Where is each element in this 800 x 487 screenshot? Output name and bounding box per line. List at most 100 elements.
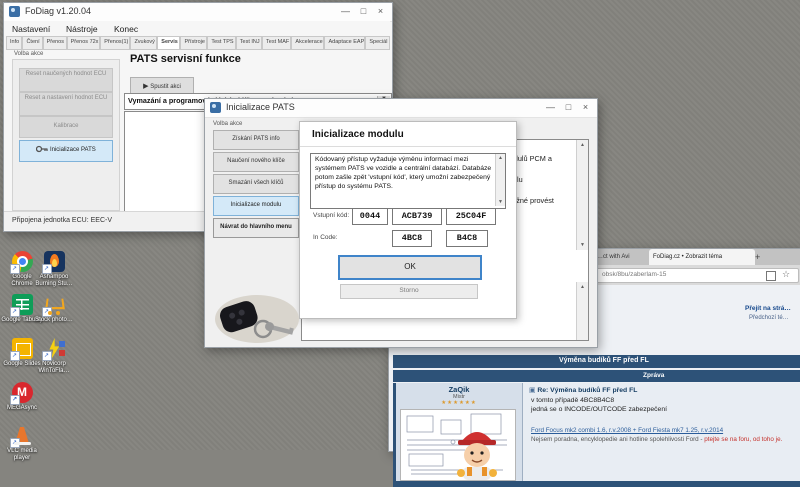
tab-test-inj[interactable]: Test INJ: [236, 36, 262, 49]
post-message-cell: ▣ Re: Výměna budíků FF před FL v tomto p…: [523, 383, 800, 481]
info-textbox[interactable]: Kódovaný přístup vyžaduje výměnu informa…: [310, 153, 506, 209]
scroll-down-icon[interactable]: ▼: [577, 242, 588, 248]
init-module-button[interactable]: Inicializace modulu: [213, 196, 299, 216]
tab-info[interactable]: Info: [6, 36, 22, 49]
desktop-shortcut-wintoflash[interactable]: ↗ Novicorp WinToFla…: [33, 338, 75, 375]
dialog-textarea-scrollbar[interactable]: ▲ ▼: [576, 140, 588, 250]
dialog-close-button[interactable]: ×: [577, 100, 594, 114]
shortcut-arrow-icon: ↗: [10, 395, 20, 405]
tab-test-tps[interactable]: Test TPS: [207, 36, 235, 49]
new-tab-button[interactable]: +: [751, 249, 771, 265]
tab-prenos72x[interactable]: Přenos 72x: [67, 36, 101, 49]
url-text: obsk/8bu/zaberlam-15: [602, 271, 666, 278]
tab-strip: Info Čtení Přenos Přenos 72x Přenos(1) Z…: [6, 36, 390, 50]
tab-pristroje[interactable]: Přístroje: [180, 36, 207, 49]
goto-page-link[interactable]: Přejít na strá…: [745, 305, 791, 312]
chrome-icon: ↗: [12, 251, 33, 272]
erase-all-keys-button[interactable]: Smazání všech klíčů: [213, 174, 299, 194]
initialize-pats-button[interactable]: Inicializace PATS: [19, 140, 113, 162]
outcode-field-1: 0044: [352, 208, 388, 225]
menu-exit[interactable]: Konec: [114, 24, 138, 34]
tab-servis[interactable]: Servis: [157, 36, 180, 49]
close-button[interactable]: ×: [372, 4, 389, 18]
ok-button[interactable]: OK: [338, 255, 482, 280]
icon-label: Ashampoo Burning Stu…: [33, 274, 75, 288]
scroll-up-icon[interactable]: ▲: [577, 284, 588, 290]
page-title: PATS servisní funkce: [130, 53, 241, 65]
post-bullet-icon: ▣: [529, 387, 535, 394]
shortcut-arrow-icon: ↗: [10, 307, 20, 317]
shortcut-arrow-icon: ↗: [42, 351, 52, 361]
calibration-button[interactable]: Kalibrace: [19, 116, 113, 138]
reader-mode-icon[interactable]: [766, 271, 776, 281]
desktop-shortcut-vlc[interactable]: ↗ VLC media player: [1, 425, 43, 462]
tab-zvukovy[interactable]: Zvukový: [130, 36, 157, 49]
incode-label: In Code:: [313, 234, 338, 241]
desktop-shortcut-ashampoo[interactable]: ↗ Ashampoo Burning Stu…: [33, 251, 75, 288]
get-pats-info-button[interactable]: Získání PATS info: [213, 130, 299, 150]
post-title[interactable]: ▣ Re: Výměna budíků FF před FL: [529, 386, 637, 394]
author-avatar: [400, 409, 516, 481]
incode-field-2[interactable]: B4C8: [446, 230, 488, 247]
scroll-down-icon[interactable]: ▼: [496, 199, 505, 205]
desktop-shortcut-megasync[interactable]: M↗ MEGAsync: [1, 382, 43, 412]
minimize-button[interactable]: —: [337, 4, 354, 18]
menu-settings[interactable]: Nastavení: [12, 24, 50, 34]
main-title-bar: FoDiag v1.20.04 — □ ×: [4, 3, 392, 22]
reset-learned-values-button[interactable]: Reset naučených hodnot ECU: [19, 68, 113, 92]
table-bottom-bar: [393, 481, 800, 487]
dialog-minimize-button[interactable]: —: [542, 100, 559, 114]
spreadsheet-icon: ↗: [12, 294, 33, 315]
signature-red-text: ptejte se na foru, od toho je.: [704, 436, 782, 443]
reset-and-set-values-button[interactable]: Reset a nastavení hodnot ECU: [19, 92, 113, 116]
previous-topic-link[interactable]: Předchozí té…: [749, 315, 789, 321]
menu-tools[interactable]: Nástroje: [66, 24, 98, 34]
status-ecu-text: Připojena jednotka ECU: EEC-V: [12, 217, 112, 224]
info-text: Kódovaný přístup vyžaduje výměnu informa…: [311, 154, 505, 194]
shortcut-arrow-icon: ↗: [10, 351, 20, 361]
desktop-shortcut-shop[interactable]: ↗ Stock photo…: [33, 294, 75, 324]
vlc-cone-icon: ↗: [12, 425, 33, 446]
tab-prenos[interactable]: Přenos: [43, 36, 67, 49]
mechanic-mascot-image: [453, 426, 501, 480]
browser-tab-background[interactable]: …ct with Avi: [593, 249, 654, 265]
lightning-icon: ↗: [44, 338, 65, 359]
dialog-title: Inicializace PATS: [226, 102, 295, 112]
burning-studio-icon: ↗: [44, 251, 65, 272]
bookmark-star-icon[interactable]: ☆: [782, 269, 790, 280]
maximize-button[interactable]: □: [355, 4, 372, 18]
scroll-up-icon[interactable]: ▲: [577, 142, 588, 148]
dialog-icon: [210, 102, 221, 113]
tab-cteni[interactable]: Čtení: [22, 36, 42, 49]
learn-new-key-button[interactable]: Naučení nového klíče: [213, 152, 299, 172]
tab-test-maf[interactable]: Test MAF: [262, 36, 291, 49]
scroll-up-icon[interactable]: ▲: [496, 155, 505, 161]
car-keys-image: [211, 291, 299, 345]
author-stars: ★★★★★★: [396, 400, 522, 406]
signature-links[interactable]: Ford Focus mk2 combi 1.6, r.v.2008 + For…: [531, 427, 723, 434]
tab-akcelerace[interactable]: Akcelerace: [291, 36, 324, 49]
incode-field-1[interactable]: 4BC8: [392, 230, 432, 247]
post-body-line1: v tomto případě 4BC8B4C8: [531, 397, 614, 404]
back-to-menu-button[interactable]: Návrat do hlavního menu: [213, 218, 299, 238]
dialog-title-bar: Inicializace PATS — □ ×: [205, 99, 597, 118]
topic-title-bar: Výměna budíků FF před FL: [393, 355, 800, 368]
shortcut-arrow-icon: ↗: [10, 264, 20, 274]
tab-adaptace-eap[interactable]: Adaptace EAP: [324, 36, 365, 49]
megasync-icon: M↗: [12, 382, 33, 403]
cancel-button[interactable]: Storno: [340, 284, 478, 299]
module-init-panel: Inicializace modulu Kódovaný přístup vyž…: [299, 121, 517, 319]
dialog-textarea-scrollbar2[interactable]: ▲: [576, 282, 588, 340]
tab-special[interactable]: Speciál: [365, 36, 390, 49]
cart-icon: ↗: [44, 294, 65, 315]
browser-tab-active[interactable]: FoDiag.cz • Zobrazit téma: [649, 249, 755, 265]
post-author[interactable]: ZaQik: [396, 385, 522, 394]
info-scrollbar[interactable]: ▲ ▼: [495, 154, 505, 206]
key-icon: [36, 145, 48, 153]
post-author-cell: ZaQik Mistr ★★★★★★: [393, 383, 523, 481]
dialog-maximize-button[interactable]: □: [560, 100, 577, 114]
tab-prenos1[interactable]: Přenos(1): [100, 36, 130, 49]
menu-bar: Nastavení Nástroje Konec: [4, 21, 390, 36]
action-group-box: Reset naučených hodnot ECU Reset a nasta…: [12, 59, 120, 211]
post-body-line2: jedná se o INCODE/OUTCODE zabezpečení: [531, 406, 667, 413]
